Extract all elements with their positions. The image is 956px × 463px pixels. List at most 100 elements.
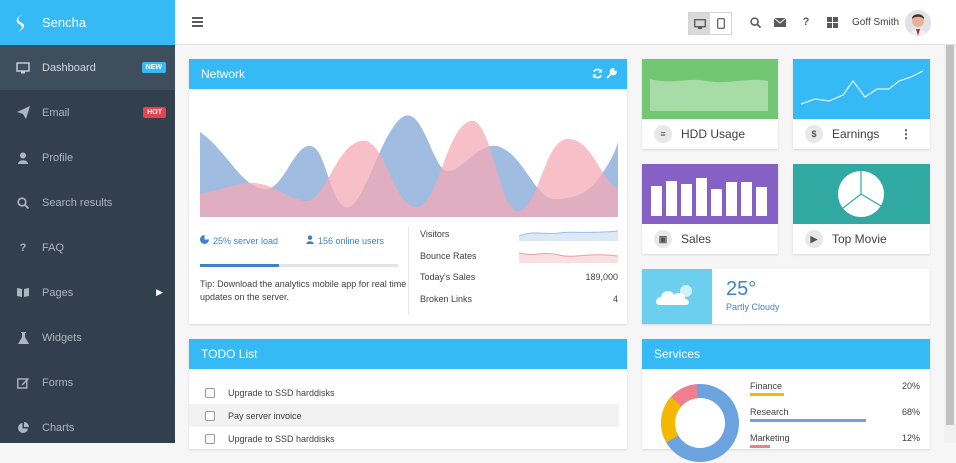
service-label: Marketing (750, 433, 790, 443)
service-label: Research (750, 407, 789, 417)
stat-todays-sales: Today's Sales 189,000 (420, 272, 618, 282)
todo-header: TODO List (189, 339, 627, 369)
database-icon: ≡ (654, 125, 672, 143)
search-icon[interactable] (748, 15, 762, 29)
bounce-sparkline (519, 252, 618, 263)
services-donut (661, 384, 739, 463)
paper-plane-icon (16, 106, 30, 120)
weather-desc: Partly Cloudy (726, 302, 780, 312)
service-label: Finance (750, 381, 783, 391)
tile-label: Sales (681, 232, 712, 246)
todo-item: Pay server invoice (189, 404, 619, 427)
sidebar-item-label: Forms (42, 376, 74, 389)
app-logo[interactable]: Sencha (0, 0, 175, 45)
online-users-text: 156 online users (318, 235, 385, 246)
hdd-usage-tile[interactable]: ≡ HDD Usage (642, 59, 778, 149)
network-panel: Network 25% server load 156 online users… (189, 59, 627, 324)
video-icon: ▶ (805, 230, 823, 248)
tip-text: Tip: Download the analytics mobile app f… (200, 279, 407, 302)
sidebar-item-label: Search results (42, 196, 113, 209)
tile-label: HDD Usage (681, 127, 746, 141)
weather-temp: 25° (726, 278, 757, 300)
edit-icon (16, 376, 30, 390)
earnings-chart (793, 59, 930, 119)
service-bar (750, 393, 784, 396)
search-icon (16, 196, 30, 210)
network-area-chart (200, 115, 618, 217)
user-icon (306, 235, 314, 246)
refresh-icon[interactable] (592, 68, 603, 82)
more-icon[interactable]: ⋮ (900, 127, 912, 141)
sidebar-item-label: Widgets (42, 331, 82, 344)
stat-label: Today's Sales (420, 272, 476, 282)
tile-label: Earnings (832, 127, 880, 141)
sidebar-item-profile[interactable]: Profile (0, 135, 175, 180)
chevron-right-icon: ▶ (156, 287, 163, 297)
sidebar-item-label: Dashboard (42, 61, 96, 74)
sidebar-item-email[interactable]: Email HOT (0, 90, 175, 135)
wrench-icon[interactable] (606, 67, 618, 82)
sidebar-item-search-results[interactable]: Search results (0, 180, 175, 225)
stat-bounce-rates: Bounce Rates (420, 251, 618, 263)
todo-checkbox[interactable] (205, 410, 215, 421)
help-icon[interactable]: ? (799, 15, 813, 29)
services-header: Services (642, 339, 930, 369)
server-load-text: 25% server load (213, 235, 279, 246)
top-header: ? Goff Smith (175, 0, 956, 45)
divider (408, 227, 409, 315)
todo-item: Upgrade to SSD harddisks (189, 381, 619, 404)
service-marketing: Marketing 12% (750, 433, 920, 448)
sidebar-item-label: Charts (42, 421, 75, 434)
avatar[interactable] (905, 10, 931, 36)
scrollbar[interactable] (944, 45, 956, 443)
stat-visitors: Visitors (420, 229, 618, 241)
pie-icon (200, 235, 209, 246)
panel-title: TODO List (201, 347, 258, 361)
todo-item: Upgrade to SSD harddisks (189, 427, 619, 450)
briefcase-icon: ▣ (654, 230, 672, 248)
menu-icon[interactable] (192, 17, 203, 29)
todo-checkbox[interactable] (205, 387, 215, 398)
view-toggle (688, 12, 732, 35)
envelope-icon[interactable] (773, 15, 787, 29)
sidebar-item-widgets[interactable]: Widgets (0, 315, 175, 360)
sidebar-item-label: Email (42, 106, 70, 119)
sales-chart (642, 164, 778, 224)
new-badge: NEW (141, 62, 166, 73)
sidebar-item-faq[interactable]: ? FAQ (0, 225, 175, 270)
stat-value: 4 (612, 294, 618, 304)
service-bar (750, 445, 771, 448)
dollar-icon: $ (805, 125, 823, 143)
desktop-view-button[interactable] (689, 13, 710, 34)
grid-icon[interactable] (825, 15, 839, 29)
cloud-icon (642, 269, 712, 324)
server-load: 25% server load (200, 235, 278, 246)
sidebar-item-charts[interactable]: Charts (0, 405, 175, 450)
sidebar: Sencha Dashboard NEW Email HOT Profile S… (0, 0, 175, 443)
load-progress-bar (200, 264, 398, 267)
service-percent: 20% (901, 381, 920, 391)
book-icon (16, 286, 30, 300)
sidebar-item-dashboard[interactable]: Dashboard NEW (0, 45, 175, 90)
sales-tile[interactable]: ▣ Sales (642, 164, 778, 254)
stat-broken-links: Broken Links 4 (420, 294, 618, 304)
todo-checkbox[interactable] (205, 433, 215, 444)
sidebar-item-label: Pages (42, 286, 74, 299)
service-percent: 12% (901, 433, 920, 443)
tablet-view-button[interactable] (710, 13, 731, 34)
stat-value: 189,000 (585, 272, 618, 282)
desktop-icon (16, 61, 30, 75)
todo-label: Upgrade to SSD harddisks (228, 387, 335, 398)
stat-label: Broken Links (420, 294, 473, 304)
tablet-icon (716, 18, 725, 29)
flask-icon (16, 331, 30, 345)
earnings-tile[interactable]: $ Earnings ⋮ (793, 59, 930, 149)
user-name[interactable]: Goff Smith (852, 17, 899, 28)
sidebar-item-label: Profile (42, 151, 74, 164)
scrollbar-thumb[interactable] (946, 45, 954, 425)
sidebar-item-pages[interactable]: Pages ▶ (0, 270, 175, 315)
top-movie-tile[interactable]: ▶ Top Movie (793, 164, 930, 254)
sidebar-item-label: FAQ (42, 241, 65, 254)
service-research: Research 68% (750, 407, 920, 422)
sidebar-item-forms[interactable]: Forms (0, 360, 175, 405)
